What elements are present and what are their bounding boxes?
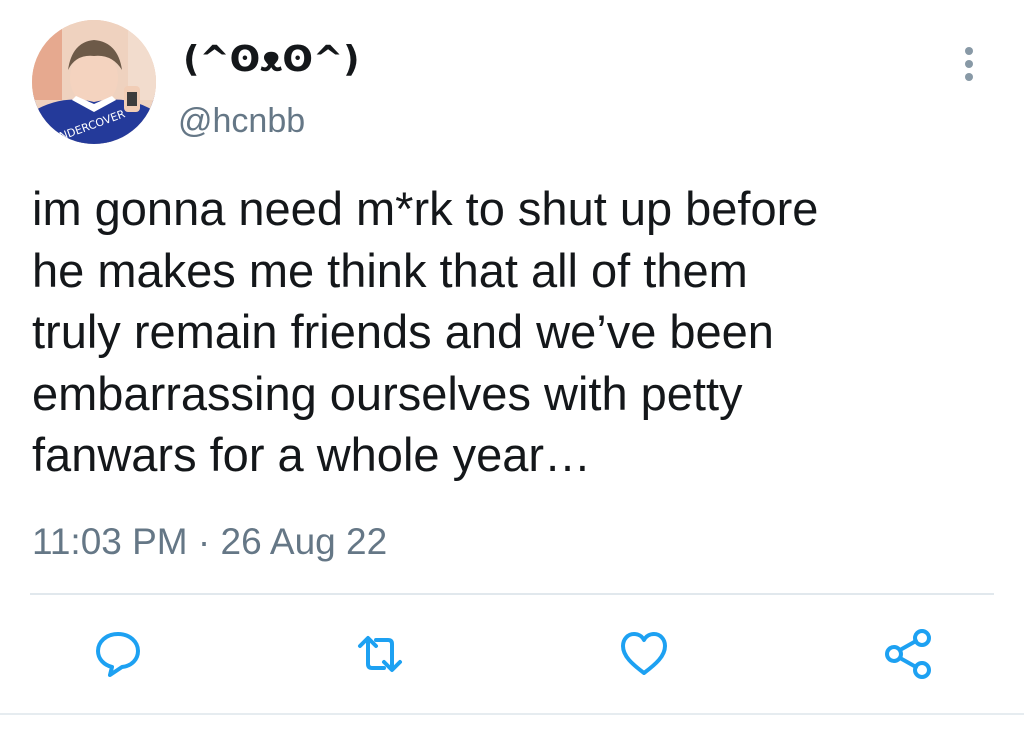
tweet-text-line: fanwars for a whole year… [32,428,592,481]
avatar-image: UNDERCOVER [32,20,156,144]
user-handle[interactable]: @hcnbb [178,102,305,141]
tweet-text-line: embarrassing ourselves with petty [32,366,743,420]
more-options-icon[interactable] [955,44,983,84]
divider [0,713,1024,715]
tweet-text-line: truly remain friends and we’ve been [32,305,774,358]
tweet-text-line: he makes me think that all of them [32,243,748,297]
heart-icon[interactable] [618,628,670,680]
tweet-text: im gonna need m*rk to shut up before he … [32,178,1002,486]
retweet-icon[interactable] [354,628,406,680]
avatar[interactable]: UNDERCOVER [32,20,156,144]
comment-icon[interactable] [92,628,144,680]
divider [30,593,994,595]
tweet-timestamp[interactable]: 11:03 PM · 26 Aug 22 [32,521,387,563]
share-icon[interactable] [882,628,934,680]
display-name[interactable]: (^ʘᴥʘ^) [183,38,360,80]
tweet-text-line: im gonna need m*rk to shut up before [32,182,819,235]
